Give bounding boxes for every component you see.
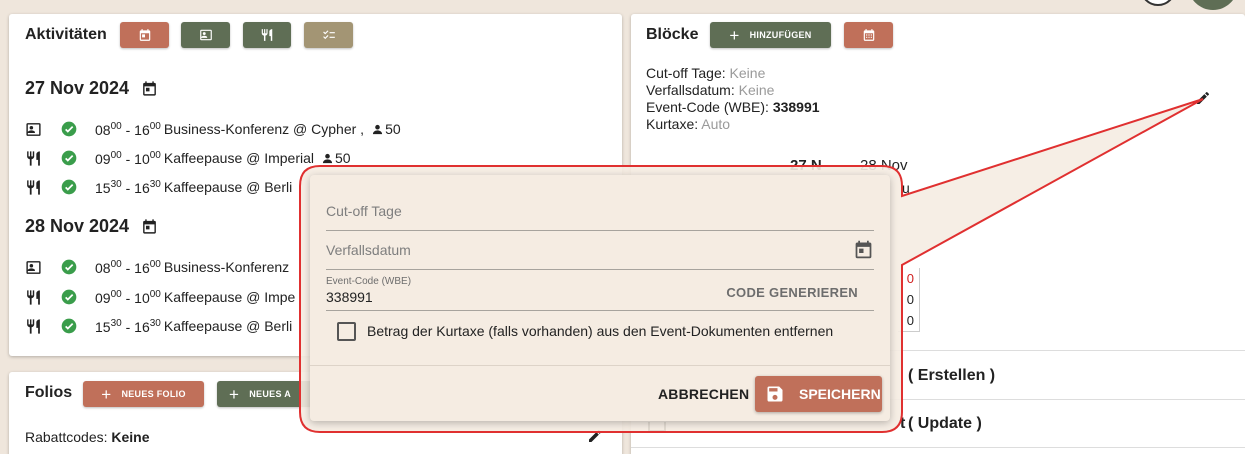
add-block-button[interactable]: + HINZUFÜGEN <box>710 22 831 48</box>
person-card-icon <box>25 259 45 276</box>
event-row[interactable]: 0900 - 1000 Kaffeepause @ Impe <box>25 286 295 308</box>
event-time: 0900 - 1000 <box>95 149 161 167</box>
meeting-filter-button[interactable] <box>181 22 230 48</box>
block-calendar-button[interactable] <box>844 22 893 48</box>
edit-pencil-icon[interactable] <box>1195 90 1211 106</box>
person-icon <box>322 153 333 163</box>
list-separator <box>631 447 1245 448</box>
cancel-button[interactable]: ABBRECHEN <box>658 386 749 402</box>
date-label: 28 Nov 2024 <box>25 216 130 236</box>
cutlery-icon <box>25 179 45 196</box>
calendar-icon[interactable] <box>141 218 158 235</box>
event-desc: Kaffeepause @ Imperial <box>163 150 315 166</box>
activities-title: Aktivitäten <box>25 26 107 43</box>
expiry-date-field[interactable]: Verfallsdatum <box>326 236 874 270</box>
event-time: 0900 - 1000 <box>95 288 161 306</box>
plus-icon: + <box>229 384 240 404</box>
event-row[interactable]: 0800 - 1600 Business-Konferenz @ Cypher … <box>25 118 401 140</box>
event-row[interactable]: 0800 - 1600 Business-Konferenz <box>25 256 289 278</box>
block-info: Cut-off Tage: Keine Verfallsdatum: Keine… <box>646 65 820 132</box>
event-desc: Kaffeepause @ Berli <box>163 179 293 195</box>
block-date-a: 27 N <box>790 157 822 174</box>
checklist-icon <box>322 30 335 40</box>
check-circle-icon <box>61 259 77 275</box>
plus-icon: + <box>729 25 740 45</box>
cutlery-icon <box>25 150 45 167</box>
avatar[interactable] <box>1140 0 1176 6</box>
dialog-divider <box>310 365 890 366</box>
event-time: 0800 - 1600 <box>95 120 161 138</box>
avatar[interactable] <box>1188 0 1238 10</box>
edit-block-dialog: Cut-off Tage Verfallsdatum Event-Code (W… <box>310 175 890 421</box>
event-desc: Business-Konferenz @ Cypher , <box>163 121 365 137</box>
block-table-fragment: 0 0 0 <box>898 268 920 332</box>
checklist-filter-button[interactable] <box>304 22 353 48</box>
remove-tax-label: Betrag der Kurtaxe (falls vorhanden) aus… <box>367 323 834 339</box>
block-update-prefix: t <box>900 415 906 432</box>
date-heading-1: 27 Nov 2024 <box>25 78 158 99</box>
event-pax: 50 <box>322 150 351 166</box>
event-pax: 50 <box>372 121 401 137</box>
event-desc: Kaffeepause @ Impe <box>163 289 296 305</box>
event-time: 1530 - 1630 <box>95 178 161 196</box>
discount-codes: Rabattcodes: Keine <box>25 429 150 445</box>
calendar-filter-button[interactable] <box>120 22 169 48</box>
date-label: 27 Nov 2024 <box>25 78 130 98</box>
check-circle-icon <box>61 318 77 334</box>
calendar-grid-icon <box>863 29 874 41</box>
event-desc: Kaffeepause @ Berli <box>163 318 293 334</box>
remove-tax-checkbox[interactable] <box>337 322 356 341</box>
save-button[interactable]: SPEICHERN <box>755 376 882 412</box>
calendar-icon[interactable] <box>141 80 158 97</box>
block-create-label[interactable]: ( Erstellen ) <box>908 367 995 385</box>
floppy-disk-icon <box>767 386 783 402</box>
event-code-field[interactable]: Event-Code (WBE) 338991 CODE GENERIEREN <box>326 275 874 311</box>
generate-code-button[interactable]: CODE GENERIEREN <box>726 285 858 300</box>
cutoff-days-field[interactable]: Cut-off Tage <box>326 197 874 231</box>
cutlery-icon <box>25 318 45 335</box>
calendar-icon[interactable] <box>853 239 874 260</box>
person-card-icon <box>25 121 45 138</box>
new-folio-button[interactable]: + NEUES FOLIO <box>83 381 204 407</box>
date-heading-2: 28 Nov 2024 <box>25 216 158 237</box>
event-row[interactable]: 1530 - 1630 Kaffeepause @ Berli <box>25 315 292 337</box>
plus-icon: + <box>101 384 112 404</box>
cutlery-icon <box>25 289 45 306</box>
event-row[interactable]: 0900 - 1000 Kaffeepause @ Imperial 50 <box>25 147 351 169</box>
check-circle-icon <box>61 150 77 166</box>
block-bracket-fragment <box>648 422 666 432</box>
blocks-title: Blöcke <box>646 26 699 43</box>
new-second-button[interactable]: + NEUES A <box>217 381 317 407</box>
block-text-c: u <box>902 180 910 196</box>
catering-filter-button[interactable] <box>243 22 291 48</box>
folios-title: Folios <box>25 384 73 401</box>
event-time: 0800 - 1600 <box>95 258 161 276</box>
check-circle-icon <box>61 179 77 195</box>
check-circle-icon <box>61 289 77 305</box>
event-row[interactable]: 1530 - 1630 Kaffeepause @ Berli <box>25 176 292 198</box>
edit-pencil-icon[interactable] <box>587 428 603 444</box>
cutlery-icon <box>261 29 273 41</box>
calendar-icon <box>139 29 150 41</box>
block-update-label[interactable]: ( Update ) <box>908 415 982 433</box>
person-icon <box>372 124 383 134</box>
person-card-icon <box>199 29 212 41</box>
event-desc: Business-Konferenz <box>163 259 290 275</box>
check-circle-icon <box>61 121 77 137</box>
event-time: 1530 - 1630 <box>95 317 161 335</box>
block-date-b: 28 Nov <box>860 157 908 174</box>
